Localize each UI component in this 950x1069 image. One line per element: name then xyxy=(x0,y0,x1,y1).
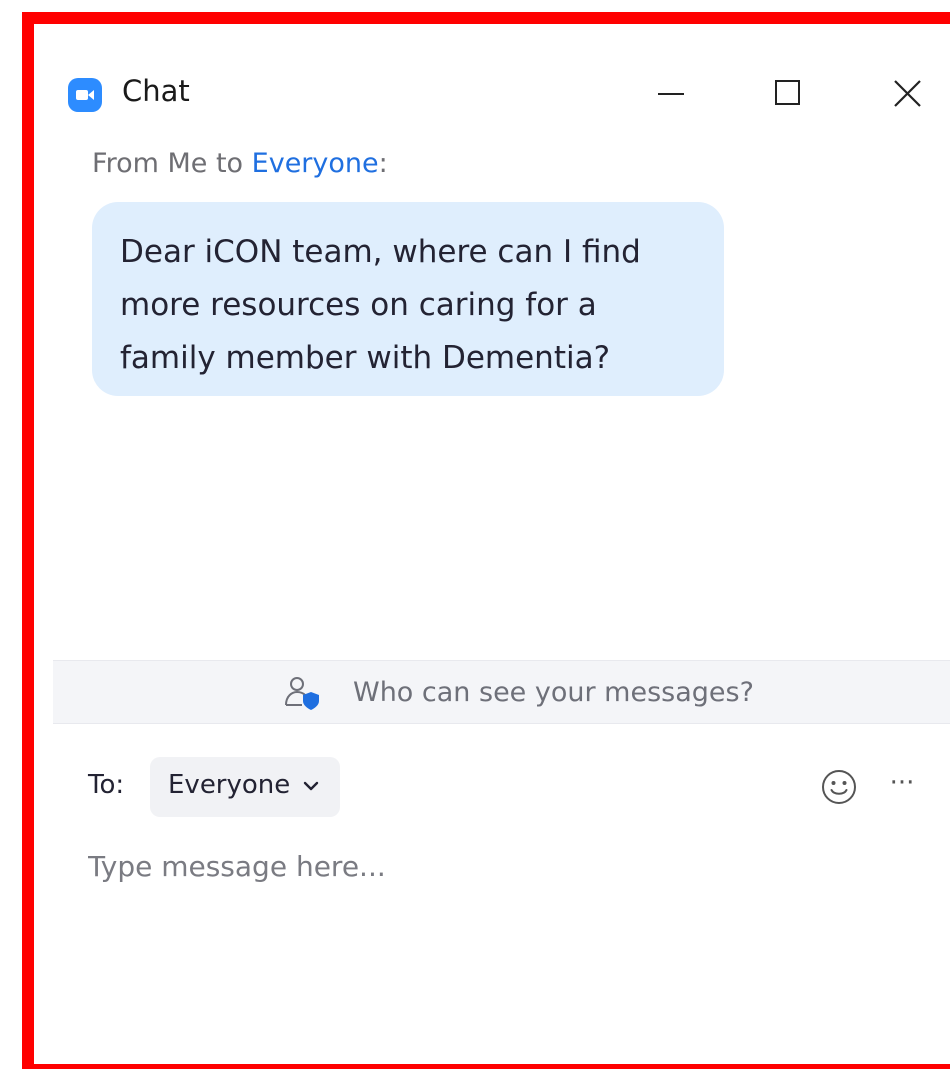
chevron-down-icon xyxy=(303,781,319,791)
privacy-bar[interactable]: Who can see your messages? xyxy=(53,660,950,724)
message-recipient: Everyone xyxy=(251,148,379,179)
close-button[interactable] xyxy=(878,68,938,120)
sender-suffix: : xyxy=(378,148,388,179)
maximize-icon xyxy=(775,80,800,105)
message-text: Dear iCON team, where can I find more re… xyxy=(120,234,641,376)
window-title: Chat xyxy=(122,74,190,108)
highlight-frame-top xyxy=(22,12,950,24)
recipient-label: Everyone xyxy=(168,770,291,800)
more-options-button[interactable]: ··· xyxy=(884,768,920,806)
people-shield-icon xyxy=(285,677,319,710)
to-label: To: xyxy=(88,770,125,800)
highlight-frame-bottom xyxy=(22,1064,950,1069)
more-options-icon: ··· xyxy=(889,768,915,798)
privacy-link[interactable]: Who can see your messages? xyxy=(353,677,754,708)
title-bar[interactable]: Chat xyxy=(34,24,950,144)
recipient-dropdown[interactable]: Everyone xyxy=(150,757,340,817)
message-bubble[interactable]: Dear iCON team, where can I find more re… xyxy=(92,202,724,396)
close-icon xyxy=(894,80,921,107)
maximize-button[interactable] xyxy=(758,68,818,120)
zoom-camera-icon xyxy=(68,78,102,112)
message-input[interactable] xyxy=(88,836,928,896)
highlight-frame-left xyxy=(22,12,34,1069)
message-sender-line: From Me to Everyone: xyxy=(92,148,388,179)
minimize-button[interactable] xyxy=(640,68,700,120)
minimize-icon xyxy=(658,93,684,95)
emoji-button[interactable] xyxy=(820,768,858,806)
chat-window: Chat From Me to Everyone: Dear iCON team… xyxy=(34,24,950,1064)
sender-prefix: From Me to xyxy=(92,148,252,179)
smiley-icon xyxy=(822,770,856,804)
